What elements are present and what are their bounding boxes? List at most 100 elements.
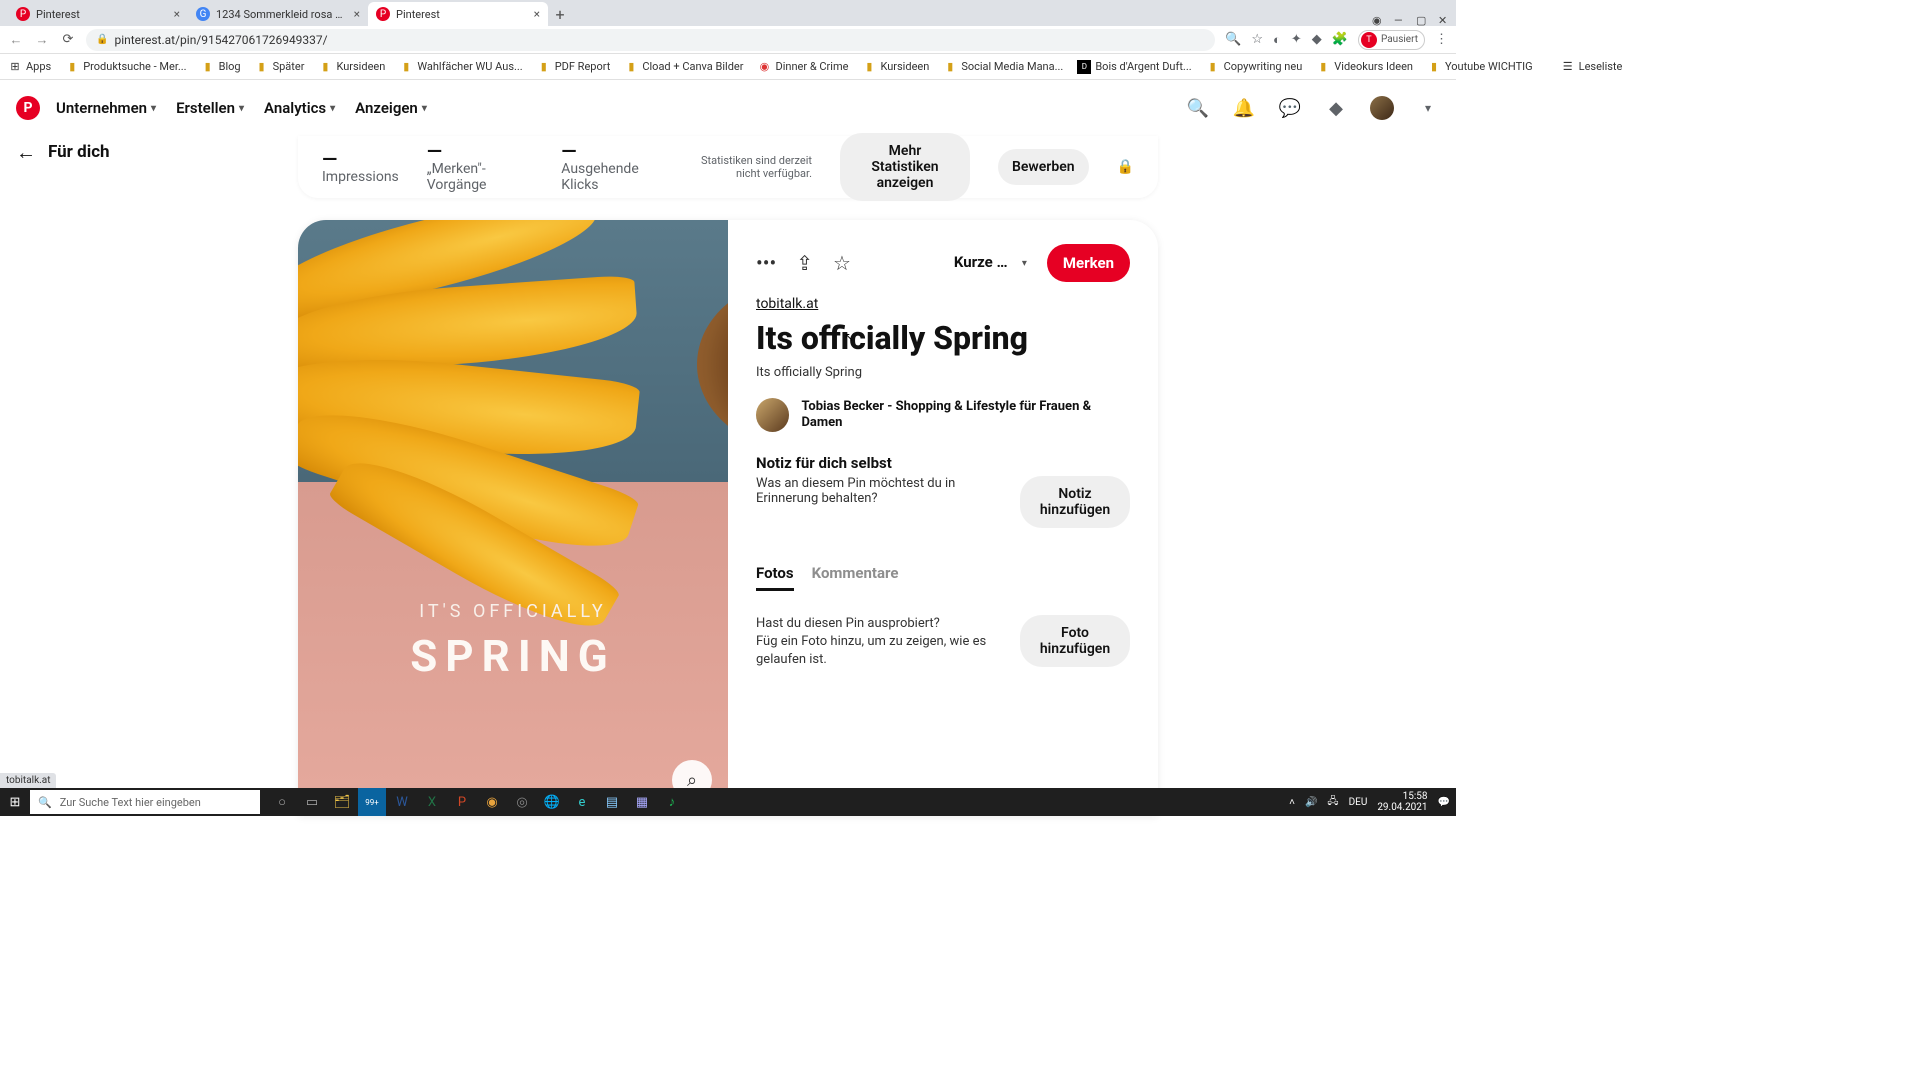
avatar[interactable] — [1370, 96, 1394, 120]
app-icon[interactable]: ▦ — [628, 788, 656, 816]
excel-icon[interactable]: X — [418, 788, 446, 816]
bookmark-item[interactable]: ▮Wahlfächer WU Aus... — [399, 60, 522, 74]
search-icon[interactable]: 🔍 — [1186, 96, 1210, 120]
nav-ads[interactable]: Anzeigen▾ — [355, 99, 427, 117]
tab-title: 1234 Sommerkleid rosa Pin #1 – — [216, 8, 348, 21]
extension-icon[interactable]: ◐ — [1273, 32, 1281, 48]
profile-chip[interactable]: T Pausiert — [1358, 30, 1425, 50]
pin-image[interactable]: IT'S OFFICIALLY SPRING ⌕ — [298, 220, 728, 816]
notepad-icon[interactable]: ▤ — [598, 788, 626, 816]
close-window-icon[interactable]: ✕ — [1438, 14, 1450, 26]
chrome-icon[interactable]: 🌐 — [538, 788, 566, 816]
author-row[interactable]: Tobias Becker - Shopping & Lifestyle für… — [756, 398, 1130, 432]
url-input[interactable]: 🔒 pinterest.at/pin/915427061726949337/ — [86, 29, 1215, 51]
network-icon[interactable]: 🖧 — [1327, 794, 1338, 811]
extensions-icon[interactable]: 🧩 — [1332, 32, 1348, 47]
search-icon: 🔍 — [38, 796, 52, 809]
add-photo-button[interactable]: Foto hinzufügen — [1020, 615, 1130, 667]
extension-icon[interactable]: ✦ — [1291, 32, 1302, 47]
bookmark-item[interactable]: ▮Social Media Mana... — [943, 60, 1063, 74]
chevron-down-icon[interactable]: ▾ — [1416, 96, 1440, 120]
clock[interactable]: 15:58 29.04.2021 — [1377, 791, 1427, 813]
bookmark-item[interactable]: ⊞Apps — [8, 60, 51, 74]
folder-icon: ▮ — [537, 60, 551, 74]
bookmark-item[interactable]: DBois d'Argent Duft... — [1077, 60, 1191, 74]
tab-title: Pinterest — [36, 8, 80, 21]
spotify-icon[interactable]: ♪ — [658, 788, 686, 816]
stats-card: —Impressions —„Merken"-Vorgänge —Ausgehe… — [298, 136, 1158, 198]
chevron-down-icon: ▾ — [422, 103, 427, 114]
close-icon[interactable]: × — [534, 7, 540, 21]
tab-comments[interactable]: Kommentare — [812, 564, 899, 591]
bookmark-item[interactable]: ▮PDF Report — [537, 60, 611, 74]
cortana-icon[interactable]: ○ — [268, 788, 296, 816]
bookmark-item[interactable]: ▮Kursideen — [318, 60, 385, 74]
share-icon[interactable]: ⇪ — [796, 251, 813, 275]
volume-icon[interactable]: 🔊 — [1305, 797, 1317, 808]
task-view-icon[interactable]: ▭ — [298, 788, 326, 816]
nav-analytics[interactable]: Analytics▾ — [264, 99, 335, 117]
stat-saves: —„Merken"-Vorgänge — [427, 141, 534, 193]
tab-photos[interactable]: Fotos — [756, 564, 794, 591]
minimize-icon[interactable]: — — [1394, 14, 1406, 26]
bookmark-item[interactable]: ◉Dinner & Crime — [757, 60, 848, 74]
add-note-button[interactable]: Notiz hinzufügen — [1020, 476, 1130, 528]
explorer-icon[interactable]: 🗂 — [328, 788, 356, 816]
nav-business[interactable]: Unternehmen▾ — [56, 99, 156, 117]
language-indicator[interactable]: DEU — [1349, 797, 1368, 808]
back-to-feed[interactable]: ← Für dich — [16, 140, 110, 165]
promote-button[interactable]: Bewerben — [998, 149, 1089, 185]
extension-icon[interactable]: ◆ — [1312, 32, 1322, 47]
folder-icon: ▮ — [624, 60, 638, 74]
app-icon[interactable]: ◉ — [478, 788, 506, 816]
close-icon[interactable]: × — [174, 7, 180, 21]
bookmark-item[interactable]: ▮Blog — [201, 60, 241, 74]
mail-icon[interactable]: 99+ — [358, 788, 386, 816]
forward-icon[interactable]: → — [34, 32, 50, 48]
updates-icon[interactable]: ◆ — [1324, 96, 1348, 120]
more-icon[interactable]: ••• — [756, 251, 776, 275]
pinterest-logo-icon[interactable]: P — [16, 96, 40, 120]
star-icon[interactable]: ☆ — [1251, 32, 1263, 47]
bookmark-item[interactable]: ▮Videokurs Ideen — [1316, 60, 1413, 74]
edge-icon[interactable]: e — [568, 788, 596, 816]
maximize-icon[interactable]: ▢ — [1416, 14, 1428, 26]
pin-card: IT'S OFFICIALLY SPRING ⌕ ••• ⇪ ☆ Kurze S… — [298, 220, 1158, 816]
word-icon[interactable]: W — [388, 788, 416, 816]
bookmark-item[interactable]: ▮Copywriting neu — [1206, 60, 1303, 74]
reading-list-button[interactable]: ☰Leseliste — [1561, 60, 1623, 74]
board-selector[interactable]: Kurze Somm… ▾ — [954, 254, 1027, 271]
source-link[interactable]: tobitalk.at — [756, 296, 1130, 312]
more-stats-button[interactable]: Mehr Statistiken anzeigen — [840, 133, 970, 201]
pin-details: ••• ⇪ ☆ Kurze Somm… ▾ Merken tobitalk.at… — [728, 220, 1158, 816]
start-button[interactable]: ⊞ — [0, 788, 30, 816]
browser-tab[interactable]: P Pinterest × — [8, 2, 188, 26]
save-button[interactable]: Merken — [1047, 244, 1130, 282]
close-icon[interactable]: × — [354, 7, 360, 21]
obs-icon[interactable]: ◎ — [508, 788, 536, 816]
taskbar-search[interactable]: 🔍 Zur Suche Text hier eingeben — [30, 790, 260, 814]
board-name: Kurze Somm… — [954, 254, 1014, 271]
browser-tab-active[interactable]: P Pinterest × — [368, 2, 548, 26]
chat-icon[interactable]: 💬 — [1278, 96, 1302, 120]
bell-icon[interactable]: 🔔 — [1232, 96, 1256, 120]
bookmark-item[interactable]: ▮Später — [255, 60, 305, 74]
bookmark-item[interactable]: ▮Kursideen — [862, 60, 929, 74]
account-icon[interactable]: ◉ — [1372, 14, 1384, 26]
bookmark-item[interactable]: ▮Cload + Canva Bilder — [624, 60, 743, 74]
notifications-icon[interactable]: 💬 — [1438, 797, 1450, 808]
tray-chevron-icon[interactable]: ˄ — [1289, 797, 1295, 808]
browser-tab[interactable]: G 1234 Sommerkleid rosa Pin #1 – × — [188, 2, 368, 26]
menu-icon[interactable]: ⋮ — [1435, 32, 1448, 47]
nav-create[interactable]: Erstellen▾ — [176, 99, 244, 117]
back-icon[interactable]: ← — [8, 32, 24, 48]
reload-icon[interactable]: ⟳ — [60, 32, 76, 48]
bookmark-item[interactable]: ▮Produktsuche - Mer... — [65, 60, 186, 74]
bookmark-item[interactable]: ▮Youtube WICHTIG — [1427, 60, 1533, 74]
zoom-icon[interactable]: 🔍 — [1225, 32, 1241, 47]
apps-icon: ⊞ — [8, 60, 22, 74]
new-tab-button[interactable]: + — [548, 2, 572, 26]
chevron-down-icon: ▾ — [151, 103, 156, 114]
powerpoint-icon[interactable]: P — [448, 788, 476, 816]
star-icon[interactable]: ☆ — [833, 251, 851, 275]
